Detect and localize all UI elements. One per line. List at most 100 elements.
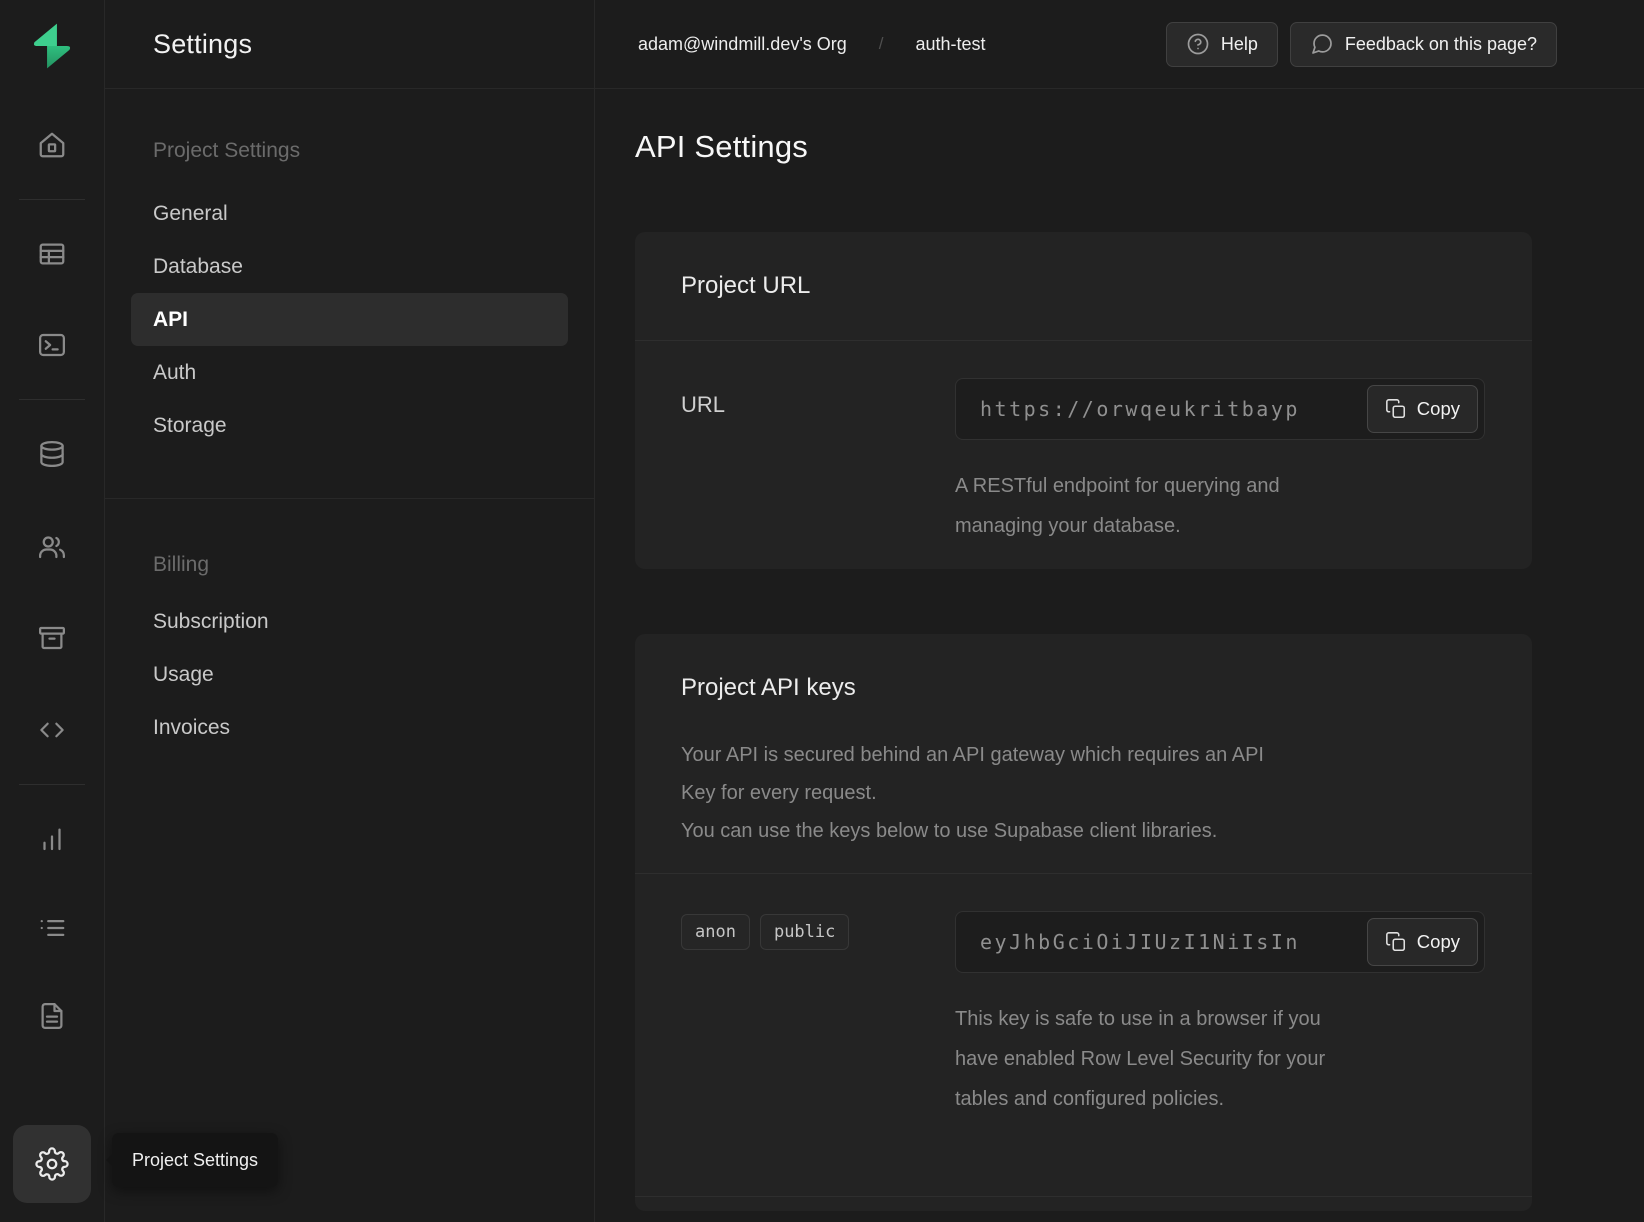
rail-item-storage[interactable] — [31, 617, 73, 659]
anon-key-description-line: tables and configured policies. — [955, 1079, 1486, 1119]
sidebar-item-general[interactable]: General — [131, 187, 568, 240]
breadcrumb-project[interactable]: auth-test — [916, 34, 986, 55]
project-api-keys-card: Project API keys Your API is secured beh… — [635, 634, 1532, 1211]
tooltip-project-settings: Project Settings — [112, 1133, 278, 1187]
help-button-label: Help — [1221, 34, 1258, 55]
rail-item-table-editor[interactable] — [31, 233, 73, 275]
sidebar-item-auth[interactable]: Auth — [131, 346, 568, 399]
sidebar-item-database[interactable]: Database — [131, 240, 568, 293]
table-editor-icon — [37, 239, 67, 269]
top-bar: adam@windmill.dev's Org / auth-test Help — [595, 0, 1644, 89]
sidebar-item-subscription[interactable]: Subscription — [131, 595, 568, 648]
rail-item-reports[interactable] — [31, 818, 73, 860]
copy-url-button[interactable]: Copy — [1367, 385, 1478, 433]
supabase-logo[interactable] — [26, 20, 78, 72]
bar-chart-icon — [37, 824, 67, 854]
project-url-input[interactable]: https://orwqeukritbayp Copy — [955, 378, 1485, 440]
sidebar-divider — [105, 498, 594, 499]
top-bar-actions: Help Feedback on this page? — [1166, 22, 1557, 67]
rail-item-database[interactable] — [31, 433, 73, 475]
supabase-bolt-icon — [26, 20, 78, 72]
breadcrumb-separator: / — [879, 34, 884, 54]
project-url-card-header: Project URL — [635, 232, 1532, 341]
anon-key-badges: anon public — [681, 911, 955, 950]
rail-item-edge-functions[interactable] — [31, 709, 73, 751]
nav-rail — [0, 0, 105, 1222]
project-url-value: https://orwqeukritbayp — [980, 397, 1300, 421]
gear-icon — [35, 1147, 69, 1181]
tooltip-text: Project Settings — [132, 1150, 258, 1171]
rail-item-auth[interactable] — [31, 526, 73, 568]
help-button[interactable]: Help — [1166, 22, 1278, 67]
next-row-stub — [635, 1197, 1532, 1211]
sidebar-item-usage[interactable]: Usage — [131, 648, 568, 701]
rail-divider — [19, 199, 85, 200]
section-project-settings: Project Settings General Database API Au… — [131, 139, 568, 452]
message-bubble-icon — [1310, 32, 1334, 56]
page-title: API Settings — [635, 129, 1532, 165]
api-keys-description-line: You can use the keys below to use Supaba… — [681, 812, 1486, 850]
url-label: URL — [681, 378, 725, 418]
help-circle-icon — [1186, 32, 1210, 56]
app-root: Settings Project Settings General Databa… — [0, 0, 1644, 1222]
rail-divider — [19, 784, 85, 785]
settings-sidebar-body: Project Settings General Database API Au… — [105, 89, 594, 754]
anon-key-row: anon public eyJhbGciOiJIUzI1NiIsIn — [635, 874, 1532, 1196]
rail-item-api-docs[interactable] — [31, 995, 73, 1037]
database-icon — [37, 439, 67, 469]
anon-key-content-column: eyJhbGciOiJIUzI1NiIsIn Copy This key is … — [955, 911, 1486, 1119]
rail-divider — [19, 399, 85, 400]
url-row: URL https://orwqeukritbayp Copy — [635, 341, 1532, 569]
badge-anon: anon — [681, 914, 750, 950]
file-text-icon — [37, 1001, 67, 1031]
main-panel: adam@windmill.dev's Org / auth-test Help — [595, 0, 1644, 1222]
settings-sidebar: Settings Project Settings General Databa… — [105, 0, 595, 1222]
api-keys-card-title: Project API keys — [681, 674, 1486, 702]
copy-url-label: Copy — [1417, 398, 1460, 420]
url-description-line: A RESTful endpoint for querying and — [955, 466, 1486, 506]
anon-key-description: This key is safe to use in a browser if … — [955, 999, 1486, 1119]
sidebar-item-storage[interactable]: Storage — [131, 399, 568, 452]
breadcrumb: adam@windmill.dev's Org / auth-test — [638, 34, 986, 55]
copy-anon-key-button[interactable]: Copy — [1367, 918, 1478, 966]
anon-key-description-line: have enabled Row Level Security for your — [955, 1039, 1486, 1079]
copy-icon — [1385, 931, 1407, 953]
sidebar-item-api[interactable]: API — [131, 293, 568, 346]
settings-sidebar-header: Settings — [105, 0, 594, 89]
project-url-card-title: Project URL — [681, 272, 1486, 300]
feedback-button-label: Feedback on this page? — [1345, 34, 1537, 55]
url-description: A RESTful endpoint for querying and mana… — [955, 466, 1486, 546]
rail-item-logs[interactable] — [31, 907, 73, 949]
sidebar-item-invoices[interactable]: Invoices — [131, 701, 568, 754]
anon-key-input[interactable]: eyJhbGciOiJIUzI1NiIsIn Copy — [955, 911, 1485, 973]
sidebar-title: Settings — [153, 29, 252, 60]
rail-item-sql-editor[interactable] — [31, 324, 73, 366]
storage-archive-icon — [37, 623, 67, 653]
copy-anon-key-label: Copy — [1417, 931, 1460, 953]
anon-key-value: eyJhbGciOiJIUzI1NiIsIn — [980, 930, 1300, 954]
auth-users-icon — [37, 532, 67, 562]
anon-key-label-column: anon public — [681, 911, 955, 1119]
rail-item-home[interactable] — [31, 124, 73, 166]
breadcrumb-org[interactable]: adam@windmill.dev's Org — [638, 34, 847, 55]
sql-editor-terminal-icon — [37, 330, 67, 360]
copy-icon — [1385, 398, 1407, 420]
rail-item-project-settings[interactable] — [13, 1125, 91, 1203]
feedback-button[interactable]: Feedback on this page? — [1290, 22, 1557, 67]
section-label-project-settings: Project Settings — [131, 139, 568, 163]
project-url-card: Project URL URL https://orwqeukritbayp — [635, 232, 1532, 569]
api-keys-description-line: Key for every request. — [681, 774, 1486, 812]
badge-public: public — [760, 914, 849, 950]
anon-key-description-line: This key is safe to use in a browser if … — [955, 999, 1486, 1039]
api-keys-description-line: Your API is secured behind an API gatewa… — [681, 736, 1486, 774]
section-billing: Billing Subscription Usage Invoices — [131, 553, 568, 754]
logs-list-icon — [37, 913, 67, 943]
code-brackets-icon — [37, 715, 67, 745]
section-label-billing: Billing — [131, 553, 568, 577]
api-keys-card-header: Project API keys Your API is secured beh… — [635, 634, 1532, 874]
home-icon — [37, 130, 67, 160]
url-label-column: URL — [681, 378, 955, 546]
main-content: API Settings Project URL URL https://orw… — [595, 89, 1644, 1211]
api-keys-card-description: Your API is secured behind an API gatewa… — [681, 736, 1486, 850]
url-content-column: https://orwqeukritbayp Copy A RESTful en… — [955, 378, 1486, 546]
